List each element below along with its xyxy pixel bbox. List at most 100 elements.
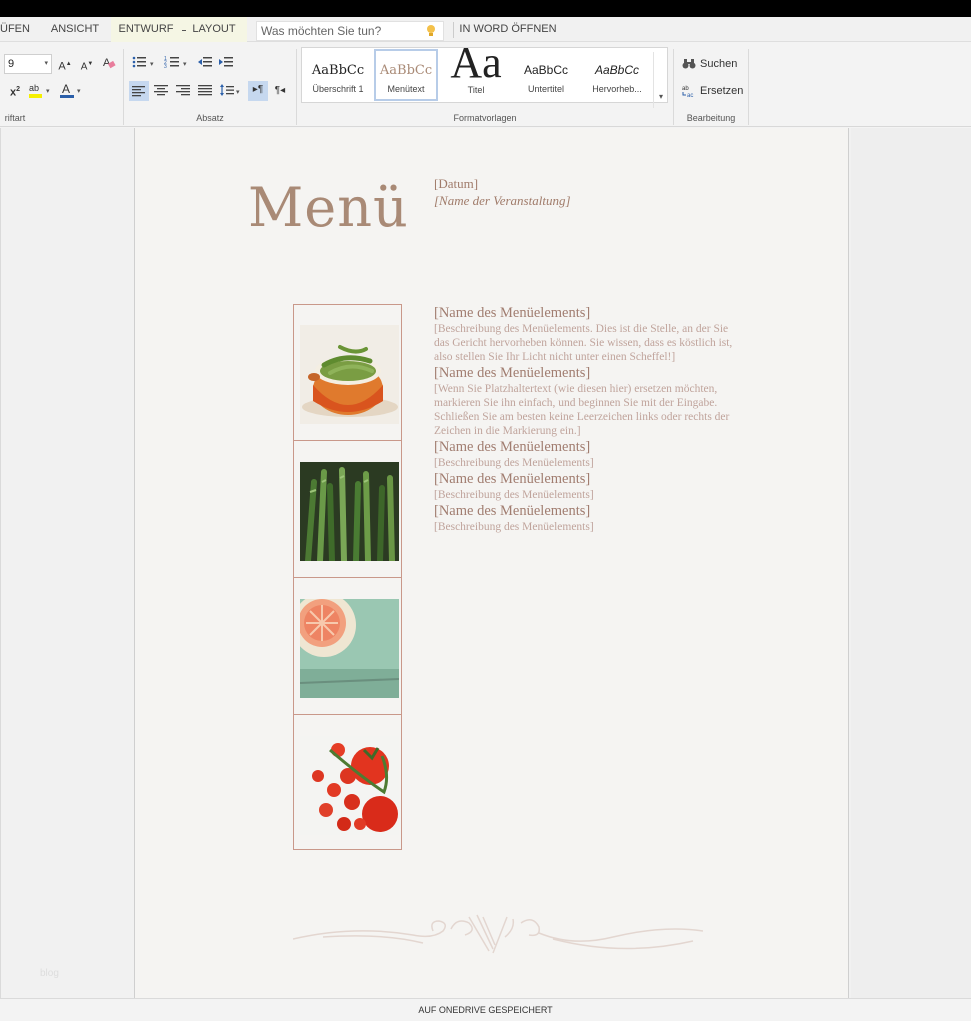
date-placeholder[interactable]: [Datum] (434, 176, 478, 192)
menu-item-description[interactable]: [Beschreibung des Menüelements] (434, 520, 734, 534)
style-preview: Aa (450, 38, 502, 87)
menu-title[interactable]: Menü (248, 176, 409, 239)
bullets-icon[interactable] (130, 54, 148, 72)
menu-item-name[interactable]: [Name des Menüelements] (434, 439, 734, 456)
decrease-indent-icon[interactable] (196, 54, 214, 72)
document-page[interactable]: Menü [Datum] [Name der Veranstaltung] [N… (134, 128, 849, 998)
status-bar: AUF ONEDRIVE GESPEICHERT (0, 998, 971, 1020)
style-label: Hervorheb... (592, 84, 642, 94)
canvas-edge (0, 128, 1, 998)
font-size-input[interactable]: 9 ▾ (4, 54, 52, 74)
increase-indent-icon[interactable] (217, 54, 235, 72)
font-color-icon[interactable]: A (58, 81, 76, 99)
document-canvas: blog Menü [Datum] [Name der Veranstaltun… (0, 128, 971, 998)
menu-item-name[interactable]: [Name des Menüelements] (434, 365, 734, 382)
menu-item[interactable]: [Name des Menüelements] [Beschreibung de… (434, 439, 734, 470)
grow-font-icon[interactable]: A▲ (56, 55, 74, 73)
align-center-icon[interactable] (152, 82, 170, 100)
style-subtitle[interactable]: AaBbCc Untertitel (512, 49, 580, 101)
group-separator (748, 49, 749, 125)
menu-item-name[interactable]: [Name des Menüelements] (434, 471, 734, 488)
justify-icon[interactable] (196, 82, 214, 100)
style-preview: AaBbCc (379, 63, 433, 78)
tell-me-search-input[interactable]: Was möchten Sie tun? (256, 21, 444, 41)
lightbulb-icon (427, 25, 435, 36)
event-name-placeholder[interactable]: [Name der Veranstaltung] (434, 193, 571, 209)
tab-layout[interactable]: LAYOUT (181, 17, 247, 42)
style-menutext[interactable]: AaBbCc Menütext (374, 49, 438, 101)
svg-text:3: 3 (164, 64, 167, 70)
ribbon: 9 ▾ A▲ A▼ A x2 ab ▾ A ▾ riftart ▾ 123 ▾ ▾… (0, 41, 971, 127)
style-preview: AaBbCc (311, 63, 365, 78)
style-label: Überschrift 1 (312, 84, 364, 94)
window-top-bar (0, 0, 971, 17)
menu-item-name[interactable]: [Name des Menüelements] (434, 305, 734, 322)
rtl-direction-icon[interactable]: ¶◂ (271, 82, 289, 100)
chevron-down-icon: ▾ (658, 92, 663, 101)
find-label: Suchen (700, 58, 738, 70)
grapefruit-photo[interactable] (300, 599, 399, 698)
menu-item[interactable]: [Name des Menüelements] [Wenn Sie Platzh… (434, 365, 734, 438)
align-right-icon[interactable] (174, 82, 192, 100)
svg-text:ac: ac (687, 93, 693, 98)
styles-group-label: Formatvorlagen (453, 113, 517, 123)
replace-label: Ersetzen (700, 85, 744, 97)
style-preview: AaBbCc (523, 63, 569, 77)
paragraph-group-label: Absatz (196, 113, 224, 123)
cutlery-flourish-icon (293, 914, 703, 954)
style-label: Menütext (387, 84, 425, 94)
menu-item[interactable]: [Name des Menüelements] [Beschreibung de… (434, 503, 734, 534)
numbering-icon[interactable]: 123 (163, 54, 181, 72)
tab-ansicht[interactable]: ANSICHT (44, 17, 106, 42)
font-group-label: riftart (4, 113, 26, 123)
style-title[interactable]: Aa Titel (442, 41, 510, 101)
photo-cell (294, 579, 401, 715)
tab-indicator (182, 30, 186, 31)
highlight-color-icon[interactable]: ab (27, 81, 45, 99)
green-beans-photo[interactable] (300, 325, 399, 424)
save-status-text: AUF ONEDRIVE GESPEICHERT (418, 1005, 553, 1015)
chevron-down-icon[interactable]: ▾ (77, 87, 81, 95)
photo-column (293, 304, 402, 850)
chevron-down-icon: ▾ (44, 60, 48, 67)
replace-icon: abac (682, 86, 693, 99)
menu-item-description[interactable]: [Wenn Sie Platzhaltertext (wie diesen hi… (434, 382, 734, 438)
tab-separator (453, 22, 454, 38)
asparagus-photo[interactable] (300, 462, 399, 561)
canvas-margin (851, 128, 971, 998)
line-spacing-icon[interactable] (218, 82, 236, 100)
tomatoes-photo[interactable] (300, 736, 399, 835)
svg-text:ab: ab (29, 83, 39, 93)
svg-text:ab: ab (682, 86, 689, 92)
binoculars-icon (682, 59, 696, 69)
tab-entwurf[interactable]: ENTWURF (111, 17, 181, 42)
clear-format-icon[interactable]: A (100, 55, 118, 73)
align-left-icon[interactable] (129, 81, 149, 101)
menu-item-description[interactable]: [Beschreibung des Menüelements. Dies ist… (434, 322, 734, 364)
photo-cell (294, 716, 401, 852)
font-size-value: 9 (8, 58, 15, 70)
styles-more-button[interactable]: ▾ (653, 52, 668, 108)
find-button[interactable]: Suchen (682, 55, 737, 73)
menu-item-description[interactable]: [Beschreibung des Menüelements] (434, 456, 734, 470)
menu-item[interactable]: [Name des Menüelements] [Beschreibung de… (434, 305, 734, 364)
svg-text:A: A (62, 82, 70, 96)
tab-ueberpruefen[interactable]: ÜFEN (0, 17, 30, 42)
editing-group-label: Bearbeitung (686, 113, 736, 123)
style-heading-1[interactable]: AaBbCc Überschrift 1 (304, 49, 372, 101)
chevron-down-icon[interactable]: ▾ (150, 60, 154, 68)
chevron-down-icon[interactable]: ▾ (183, 60, 187, 68)
shrink-font-icon[interactable]: A▼ (78, 55, 96, 73)
replace-button[interactable]: ab ac Ersetzen (682, 82, 743, 100)
chevron-down-icon[interactable]: ▾ (236, 88, 240, 96)
superscript-icon[interactable]: x2 (6, 81, 24, 99)
menu-item[interactable]: [Name des Menüelements] [Beschreibung de… (434, 471, 734, 502)
photo-cell (294, 442, 401, 578)
chevron-down-icon[interactable]: ▾ (46, 87, 50, 95)
menu-item-name[interactable]: [Name des Menüelements] (434, 503, 734, 520)
style-emphasis[interactable]: AaBbCc Hervorheb... (582, 49, 652, 101)
menu-items-list: [Name des Menüelements] [Beschreibung de… (434, 304, 734, 534)
menu-item-description[interactable]: [Beschreibung des Menüelements] (434, 488, 734, 502)
ltr-direction-icon[interactable]: ▸¶ (248, 81, 268, 101)
style-label: Untertitel (527, 84, 564, 94)
